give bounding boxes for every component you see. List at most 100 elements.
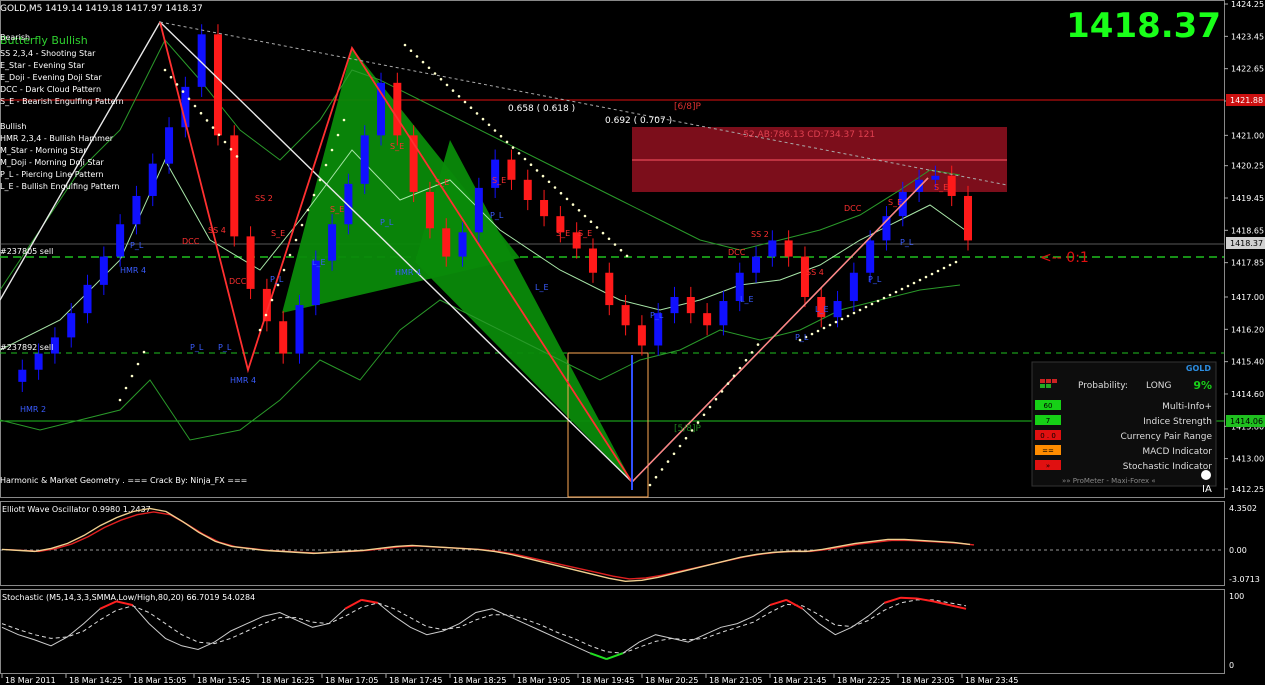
psar-dot bbox=[565, 197, 569, 201]
harmonic-cd-leg bbox=[631, 177, 929, 483]
candle-pattern-label: P_L bbox=[190, 343, 204, 352]
order-label-2: #237892 sell bbox=[0, 343, 53, 352]
probability-value: 9% bbox=[1193, 379, 1212, 392]
candle-pattern-label: P_L bbox=[795, 333, 809, 342]
candle-body bbox=[540, 200, 549, 217]
info-row-badge-text: 60 bbox=[1044, 402, 1053, 410]
psar-dot bbox=[744, 358, 748, 362]
time-tick-label: 18 Mar 23:45 bbox=[965, 676, 1018, 685]
psar-dot bbox=[547, 180, 551, 184]
psar-dot bbox=[954, 260, 958, 264]
candle-body bbox=[964, 195, 972, 241]
candle-body bbox=[279, 321, 288, 354]
psar-dot bbox=[876, 299, 880, 303]
psar-dot bbox=[276, 283, 280, 287]
psar-dot bbox=[187, 97, 191, 101]
psar-dot bbox=[529, 163, 533, 166]
psar-dot bbox=[595, 226, 599, 229]
psar-dot bbox=[672, 452, 676, 456]
candle-pattern-label: HMR 4 bbox=[120, 266, 146, 275]
psar-dot bbox=[846, 314, 850, 318]
psar-dot bbox=[300, 223, 304, 227]
price-tick-label: 1415.40 bbox=[1231, 358, 1264, 367]
candle-pattern-label: P_L bbox=[868, 275, 882, 284]
psar-dot bbox=[684, 436, 688, 440]
candle-pattern-label: P_L bbox=[380, 218, 394, 227]
bearish-legend-item: E_Star - Evening Star bbox=[0, 61, 85, 70]
candle-pattern-label: S_E bbox=[390, 142, 404, 151]
stoch-tick-bottom: 0 bbox=[1229, 661, 1234, 670]
copyright-label: Harmonic & Market Geometry . === Crack B… bbox=[0, 476, 247, 485]
price-tick-label: 1420.25 bbox=[1231, 162, 1264, 171]
psar-dot bbox=[282, 268, 286, 272]
bullish-legend-item: M_Doji - Morning Doji Star bbox=[0, 158, 104, 167]
time-tick-label: 18 Mar 14:25 bbox=[69, 676, 122, 685]
panel-footer: »» ProMeter - Maxi-Forex « bbox=[1062, 477, 1156, 485]
candle-body bbox=[213, 34, 222, 136]
psar-dot bbox=[270, 298, 274, 302]
psar-dot bbox=[613, 243, 617, 246]
candle-body bbox=[458, 232, 467, 257]
psar-dot bbox=[463, 100, 467, 104]
candle-body bbox=[99, 256, 108, 285]
psar-dot bbox=[852, 311, 856, 315]
stoch-overbought-seg bbox=[884, 596, 901, 604]
time-tick-label: 18 Mar 17:45 bbox=[389, 676, 442, 685]
psar-dot bbox=[738, 366, 742, 370]
psar-dot bbox=[900, 287, 904, 291]
time-tick-label: 18 Mar 21:05 bbox=[709, 676, 762, 685]
psar-dot bbox=[336, 133, 340, 137]
psar-dot bbox=[175, 83, 179, 86]
price-tick-label: 1417.85 bbox=[1231, 259, 1264, 268]
candle-body bbox=[360, 135, 369, 184]
candle-pattern-label: S_E bbox=[888, 198, 902, 207]
ewo-tick-bottom: -3.0713 bbox=[1229, 575, 1260, 584]
psar-dot bbox=[625, 254, 629, 258]
psar-dot bbox=[648, 483, 652, 487]
stoch-oversold-seg bbox=[606, 652, 624, 661]
candle-body bbox=[67, 313, 76, 338]
psar-dot bbox=[415, 55, 419, 58]
price-tick-label: 1413.00 bbox=[1231, 455, 1264, 464]
level-58-label: [5/8]P bbox=[674, 424, 702, 434]
psar-dot bbox=[163, 68, 167, 72]
psar-dot bbox=[936, 269, 940, 273]
candle-body bbox=[931, 175, 940, 180]
psar-dot bbox=[312, 193, 316, 197]
price-tick-label: 1423.45 bbox=[1231, 32, 1264, 41]
candle-body bbox=[670, 296, 679, 314]
panel-logo: IA bbox=[1202, 484, 1212, 495]
psar-dot bbox=[517, 152, 521, 155]
psar-dot bbox=[918, 278, 922, 282]
psar-dot bbox=[169, 75, 173, 79]
candle-body bbox=[344, 183, 353, 225]
price-tick-label: 1421.00 bbox=[1231, 131, 1264, 140]
candle-body bbox=[34, 353, 43, 370]
candle-pattern-label: DCC bbox=[182, 237, 200, 246]
stoch-overbought-seg bbox=[900, 596, 918, 600]
psar-dot bbox=[714, 397, 718, 401]
psar-dot bbox=[330, 148, 334, 152]
psar-dot bbox=[756, 343, 760, 346]
candle-pattern-label: P_L bbox=[270, 275, 284, 284]
candle-pattern-label: S_E bbox=[556, 229, 570, 238]
stoch-overbought-seg bbox=[769, 598, 787, 607]
candle-body bbox=[866, 240, 875, 273]
stoch-overbought-seg bbox=[99, 600, 117, 610]
psar-dot bbox=[523, 157, 527, 161]
price-tag: 1418.37 bbox=[1230, 239, 1263, 248]
bearish-legend: SS 2,3,4 - Shooting Star E_Star - Evening… bbox=[0, 49, 124, 106]
green-level-tag: 1414.06 bbox=[1230, 417, 1263, 426]
psar-dot bbox=[136, 362, 140, 366]
time-tick-label: 18 Mar 20:25 bbox=[645, 676, 698, 685]
time-axis: 18 Mar 2011 18 Mar 14:25 18 Mar 15:05 18 Ma… bbox=[1, 674, 1018, 685]
arrow-label: <-- 0:1 bbox=[1040, 250, 1089, 266]
psar-dot bbox=[181, 90, 185, 93]
candle-pattern-label: SS 2 bbox=[751, 230, 769, 239]
psar-dot bbox=[894, 290, 898, 294]
psar-dot bbox=[660, 468, 664, 471]
trading-chart[interactable]: 1424.251423.451422.651421.851421.001420.… bbox=[0, 0, 1265, 685]
bearish-legend-item: E_Doji - Evening Doji Star bbox=[0, 73, 102, 82]
prob-icon-3 bbox=[1052, 379, 1057, 383]
ewo-signal-line bbox=[5, 511, 975, 580]
